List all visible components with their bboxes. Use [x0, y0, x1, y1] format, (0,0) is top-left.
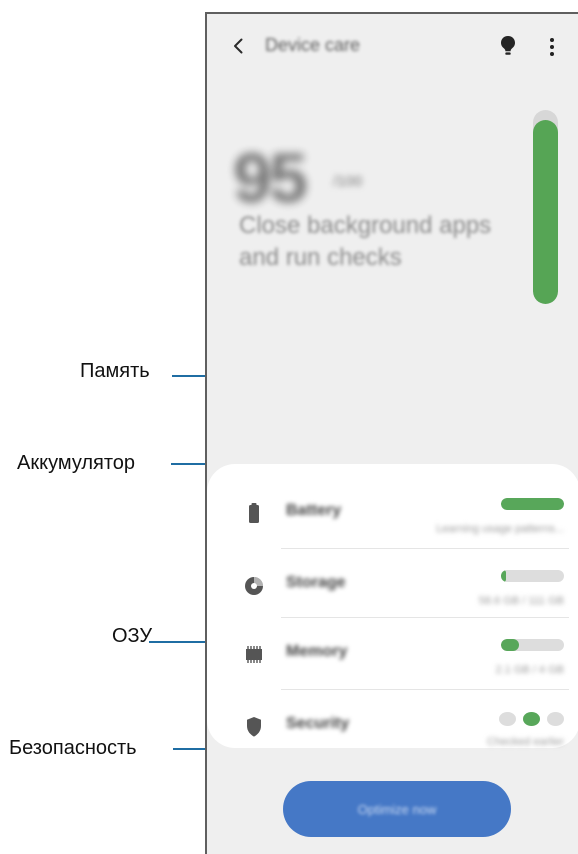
storage-icon [240, 572, 268, 600]
device-care-screenshot: Аккумулятор Память ОЗУ Безопасность Devi… [0, 0, 578, 854]
battery-icon [240, 500, 268, 528]
battery-row[interactable]: Battery Learning usage patterns... [229, 480, 564, 548]
memory-icon [240, 641, 268, 669]
back-arrow-icon [234, 38, 243, 54]
callout-label-memory: ОЗУ [112, 625, 153, 647]
page-title: Device care [265, 35, 361, 55]
storage-status-fill [501, 570, 507, 582]
more-options-button[interactable] [540, 33, 564, 61]
storage-status-text: 58.6 GB / 111 GB [478, 595, 564, 607]
security-status-dots [499, 710, 564, 728]
security-row[interactable]: Security Checked earlier [229, 693, 564, 761]
callout-label-battery: Аккумулятор [17, 452, 136, 474]
memory-status-fill [501, 639, 519, 651]
device-care-card-list: Battery Learning usage patterns... Stora… [207, 464, 578, 748]
optimize-now-label: Optimize now [357, 801, 437, 817]
app-bar: Device care [207, 14, 578, 76]
callout-label-security: Безопасность [9, 737, 137, 759]
battery-status-bar [501, 498, 564, 510]
separator [281, 617, 569, 618]
memory-status-text: 2.1 GB / 4 GB [495, 664, 564, 676]
score-progress-bar [533, 110, 558, 304]
back-button[interactable] [226, 33, 252, 59]
callout-label-storage: Память [80, 360, 150, 382]
battery-status-text: Learning usage patterns... [436, 523, 564, 535]
memory-row[interactable]: Memory 2.1 GB / 4 GB [229, 621, 564, 689]
separator [281, 689, 569, 690]
battery-status-fill [501, 498, 564, 510]
score-progress-fill [533, 119, 558, 304]
status-dot [547, 712, 564, 726]
optimize-now-button[interactable]: Optimize now [283, 781, 511, 837]
status-dot [523, 712, 540, 726]
status-dot [499, 712, 516, 726]
memory-status-bar [501, 639, 564, 651]
security-status-text: Checked earlier [486, 736, 564, 748]
more-options-icon [550, 38, 554, 56]
memory-label: Memory [286, 643, 348, 660]
storage-label: Storage [286, 574, 346, 591]
storage-status-bar [501, 570, 564, 582]
separator [281, 548, 569, 549]
device-score: 95 [233, 139, 308, 217]
lightbulb-icon [501, 36, 515, 55]
battery-label: Battery [286, 502, 342, 519]
security-label: Security [286, 715, 350, 732]
device-score-summary: 95 /100 Close background apps and run ch… [229, 134, 539, 294]
phone-screen: Device care 95 /100 Close background app… [205, 12, 578, 854]
tips-button[interactable] [496, 34, 520, 58]
device-score-unit: /100 [333, 173, 363, 190]
storage-row[interactable]: Storage 58.6 GB / 111 GB [229, 552, 564, 620]
shield-icon [240, 713, 268, 741]
optimization-message: Close background apps and run checks [239, 212, 492, 271]
